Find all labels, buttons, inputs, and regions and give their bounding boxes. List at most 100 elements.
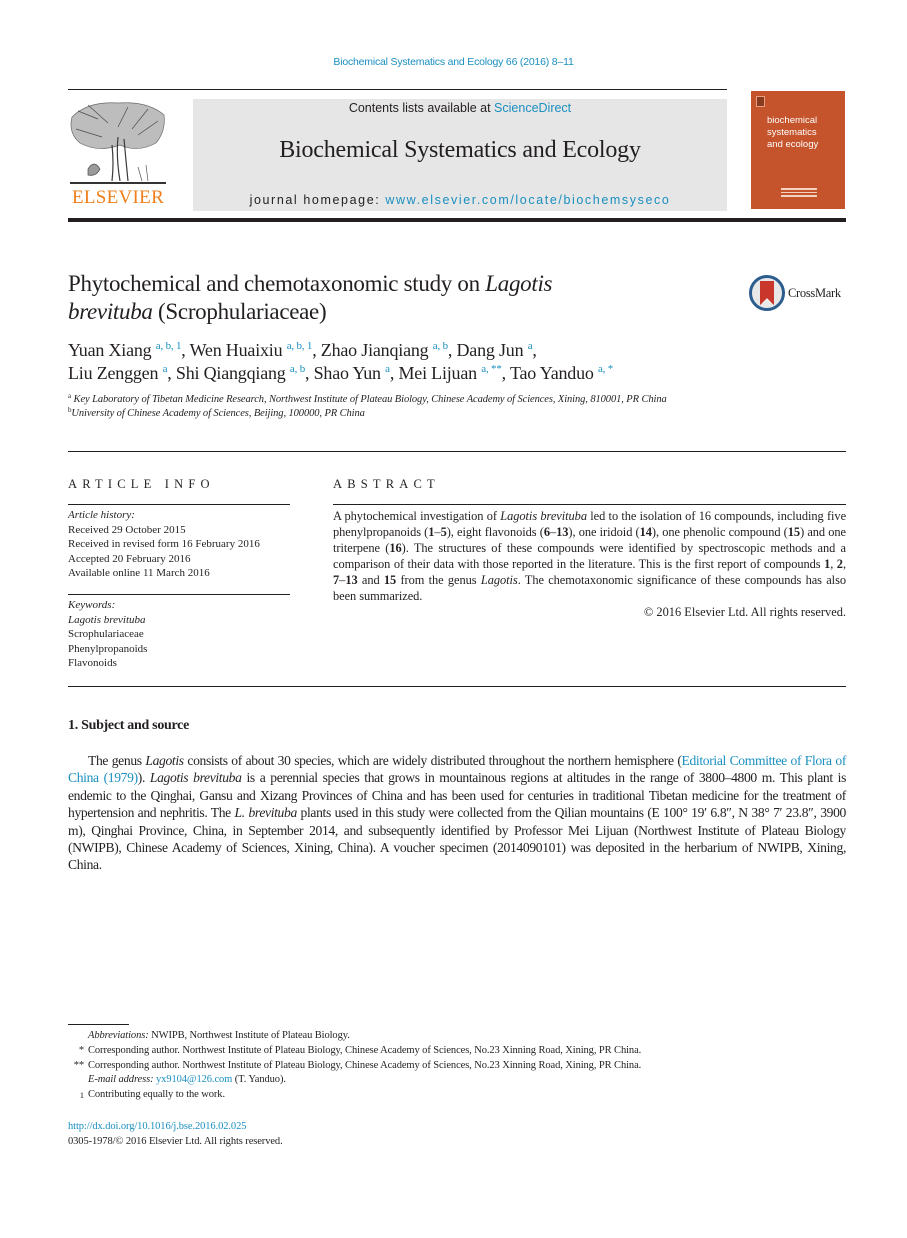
italic-text: Lagotis brevituba [500,509,587,523]
italic-text: Lagotis [145,753,184,768]
email-suffix: (T. Yanduo). [232,1074,286,1086]
text-run: A phytochemical investigation of [333,509,501,523]
section-heading: 1. Subject and source [68,718,190,733]
crossmark-icon [749,275,785,311]
text-run: , [842,557,846,571]
text-run: and [357,573,384,587]
sciencedirect-link[interactable]: ScienceDirect [494,101,571,115]
homepage-prefix: journal homepage: [249,193,386,207]
footnote-corresponding-2: ** Corresponding author. Northwest Instit… [68,1059,828,1074]
section-paragraph: The genus Lagotis consists of about 30 s… [68,752,846,874]
journal-cover-thumbnail[interactable]: biochemical systematics and ecology [751,91,845,209]
author-affiliation-marks[interactable]: a, b [433,340,448,352]
compound-number: 15 [787,525,801,539]
keywords-label: Keywords: [68,599,116,611]
footnote-rule [68,1024,129,1025]
doi-block: http://dx.doi.org/10.1016/j.bse.2016.02.… [68,1120,283,1150]
footnote-text: E-mail address: yx9104@126.com (T. Yandu… [88,1073,828,1088]
author-affiliation-marks[interactable]: a, ** [481,363,502,375]
doi-link[interactable]: http://dx.doi.org/10.1016/j.bse.2016.02.… [68,1120,283,1135]
footnote-mark: * [78,1044,84,1056]
author[interactable]: Dang Jun a [456,340,532,360]
footnote-mark: 1 [68,1088,88,1108]
compound-number: 13 [345,573,358,587]
divider [68,594,290,595]
footnote-text: Abbreviations: NWIPB, Northwest Institut… [88,1029,828,1044]
author-name: Mei Lijuan [398,363,477,383]
header-bottom-rule [68,218,846,222]
author-separator: , [532,340,537,360]
footnote-corresponding-1: * Corresponding author. Northwest Institu… [68,1044,828,1059]
history-item: Accepted 20 February 2016 [68,552,191,565]
footnote-text: Corresponding author. Northwest Institut… [88,1059,642,1071]
author-affiliation-marks[interactable]: a, b, 1 [156,340,182,352]
cover-title-line: systematics [767,127,817,138]
cover-title: biochemical systematics and ecology [767,115,818,151]
affiliation-text: University of Chinese Academy of Science… [71,408,365,419]
text-run: ). [137,770,150,786]
footnote-text: Corresponding author. Northwest Institut… [88,1044,642,1056]
text-run: consists of about 30 species, which are … [183,753,682,768]
contents-prefix: Contents lists available at [348,101,495,115]
footnote-mark: ** [73,1059,84,1071]
cover-title-line: and ecology [767,139,819,150]
author-name: Shi Qiangqiang [175,363,286,383]
author-separator: , [167,363,176,383]
author-affiliation-marks[interactable]: a, b [290,363,305,375]
affiliation-b: bUniversity of Chinese Academy of Scienc… [68,407,758,421]
email-label: E-mail address: [88,1074,154,1086]
author[interactable]: Tao Yanduo a, * [510,363,613,383]
email-link[interactable]: yx9104@126.com [156,1074,232,1085]
author-name: Wen Huaixiu [189,340,283,360]
affiliation-a: a Key Laboratory of Tibetan Medicine Res… [68,393,758,407]
journal-citation[interactable]: Biochemical Systematics and Ecology 66 (… [0,56,907,68]
author-affiliation-marks[interactable]: a, * [598,363,613,375]
author[interactable]: Liu Zenggen a [68,363,167,383]
affiliations: a Key Laboratory of Tibetan Medicine Res… [68,393,758,421]
text-run: ), one phenolic compound ( [651,525,788,539]
abstract-copyright: © 2016 Elsevier Ltd. All rights reserved… [643,605,846,619]
journal-header-box: Contents lists available at ScienceDirec… [193,99,727,211]
affiliation-mark: a [68,392,72,400]
author-separator: , [501,363,510,383]
cover-sciencedirect-badge-icon [781,186,817,197]
author-name: Shao Yun [313,363,381,383]
abbreviations-label: Abbreviations: [88,1030,149,1041]
crossmark-button[interactable]: CrossMark [749,274,849,312]
history-item: Received in revised form 16 February 201… [68,538,260,551]
abstract-text: A phytochemical investigation of Lagotis… [333,508,846,604]
compound-number: 16 [389,541,402,555]
author[interactable]: Shao Yun a [314,363,390,383]
italic-text: L. brevituba [234,805,298,821]
footnote-contributing: 1 Contributing equally to the work. [68,1088,828,1108]
author[interactable]: Zhao Jianqiang a, b [321,340,448,360]
text-run: ), eight flavonoids ( [446,525,544,539]
author[interactable]: Yuan Xiang a, b, 1 [68,340,181,360]
cover-elsevier-icon [756,96,765,107]
keyword: Lagotis brevituba [68,613,146,626]
elsevier-logo[interactable]: ELSEVIER [68,97,168,209]
author-name: Zhao Jianqiang [320,340,429,360]
title-family: (Scrophulariaceae) [152,299,327,324]
journal-homepage-link[interactable]: www.elsevier.com/locate/biochemsyseco [385,193,670,207]
title-genus: Lagotis [485,271,553,296]
elsevier-tree-icon [70,102,166,184]
history-item: Received 29 October 2015 [68,523,186,536]
italic-text: Lagotis brevituba [149,770,242,786]
affiliation-text: Key Laboratory of Tibetan Medicine Resea… [73,394,667,405]
author-affiliation-marks[interactable]: a, b, 1 [287,340,313,352]
crossmark-label: CrossMark [788,285,841,300]
keywords: Keywords: Lagotis brevituba Scrophularia… [68,598,298,671]
author[interactable]: Wen Huaixiu a, b, 1 [190,340,313,360]
footnote-mark [68,1073,88,1088]
author[interactable]: Shi Qiangqiang a, b [176,363,305,383]
footnote-text: Contributing equally to the work. [88,1089,225,1101]
elsevier-wordmark: ELSEVIER [71,187,165,208]
author-name: Liu Zenggen [68,363,159,383]
footnotes: Abbreviations: NWIPB, Northwest Institut… [68,1029,828,1108]
text-run: The genus [88,753,146,768]
history-item: Available online 11 March 2016 [68,567,210,580]
compound-number: 14 [639,525,652,539]
abstract-heading: ABSTRACT [333,477,440,491]
author[interactable]: Mei Lijuan a, ** [398,363,501,383]
